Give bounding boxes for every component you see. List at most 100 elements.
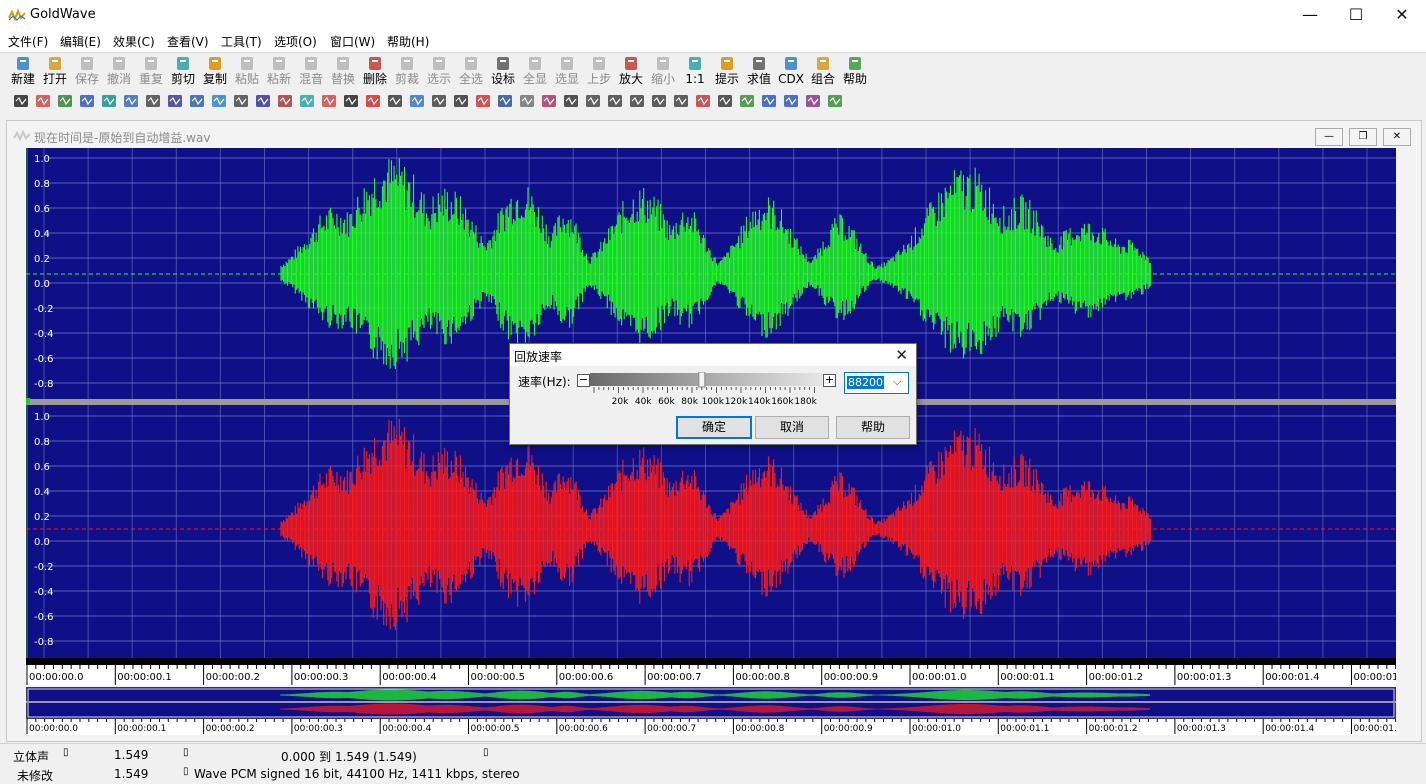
effect-tool-icon[interactable] (716, 92, 734, 110)
effect-tool-icon[interactable] (452, 92, 470, 110)
toolbar-mix-button[interactable]: 混音 (295, 53, 327, 88)
toolbar-copy-button[interactable]: 复制 (199, 53, 231, 88)
rate-increase-button[interactable]: + (823, 374, 836, 387)
toolbar-trim-button[interactable]: 剪裁 (391, 53, 423, 88)
toolbar-undo-button[interactable]: 撤消 (103, 53, 135, 88)
overview-time-tick-label: 00:00:00.7 (647, 724, 696, 734)
toolbar-button-label: 删除 (362, 72, 387, 86)
menu-file[interactable]: 文件(F) (8, 33, 48, 50)
effect-tool-icon[interactable] (628, 92, 646, 110)
overview-bar[interactable] (26, 687, 1396, 719)
effect-tool-icon[interactable] (232, 92, 250, 110)
effect-tool-icon[interactable] (760, 92, 778, 110)
minimize-button[interactable]: — (1287, 0, 1333, 30)
toolbar-paste-new-button[interactable]: 粘新 (263, 53, 295, 88)
menu-window[interactable]: 窗口(W) (330, 33, 375, 50)
effect-tool-icon[interactable] (804, 92, 822, 110)
effect-tool-icon[interactable] (364, 92, 382, 110)
menu-edit[interactable]: 编辑(E) (60, 33, 101, 50)
toolbar-evaluate-button[interactable]: 求值 (743, 53, 775, 88)
effect-tool-icon[interactable] (386, 92, 404, 110)
mix-icon (302, 55, 320, 72)
rate-decrease-button[interactable]: − (577, 374, 590, 387)
toolbar-replace-button[interactable]: 替换 (327, 53, 359, 88)
effect-tool-icon[interactable] (826, 92, 844, 110)
toolbar-cue-button[interactable]: 提示 (711, 53, 743, 88)
toolbar-new-file-button[interactable]: 新建 (7, 53, 39, 88)
effect-tool-icon[interactable] (584, 92, 602, 110)
toolbar-select-all-button[interactable]: 全选 (455, 53, 487, 88)
effect-tool-icon[interactable] (188, 92, 206, 110)
toolbar-zoom-1-1-button[interactable]: 1:1 (679, 53, 711, 88)
document-title-bar: 现在时间是-原始到自动增益.wav — ❐ ✕ (6, 125, 1420, 147)
menu-effects[interactable]: 效果(C) (113, 33, 155, 50)
effect-tool-icon[interactable] (408, 92, 426, 110)
maximize-button[interactable]: ☐ (1333, 0, 1379, 30)
menu-tools[interactable]: 工具(T) (221, 33, 262, 50)
dialog-close-button[interactable]: ✕ (895, 346, 908, 364)
effect-tool-icon[interactable] (650, 92, 668, 110)
effect-tool-icon[interactable] (540, 92, 558, 110)
effect-tool-icon[interactable] (430, 92, 448, 110)
effect-tool-icon[interactable] (606, 92, 624, 110)
effect-tool-icon[interactable] (518, 92, 536, 110)
rate-value[interactable]: 88200 (847, 376, 884, 389)
effect-tool-icon[interactable] (166, 92, 184, 110)
menu-view[interactable]: 查看(V) (167, 33, 209, 50)
menu-options[interactable]: 选项(O) (274, 33, 317, 50)
effect-tool-icon[interactable] (782, 92, 800, 110)
toolbar-previous-view-button[interactable]: 上步 (583, 53, 615, 88)
chevron-down-icon[interactable]: ⌵ (893, 375, 901, 389)
effect-tool-icon[interactable] (562, 92, 580, 110)
effect-tool-icon[interactable] (56, 92, 74, 110)
help-button[interactable]: 帮助 (836, 416, 910, 439)
rate-combobox[interactable]: 88200 ⌵ (844, 372, 909, 394)
effect-tool-icon[interactable] (474, 92, 492, 110)
effect-tool-icon[interactable] (254, 92, 272, 110)
effect-tool-icon[interactable] (100, 92, 118, 110)
effect-tool-icon[interactable] (298, 92, 316, 110)
ok-button[interactable]: 确定 (676, 416, 752, 439)
time-ruler: 00:00:00.0 00:00:00.1 00:00:00.2 00:00:00.3… (26, 658, 1396, 686)
toolbar-cd-button[interactable]: CDX (775, 53, 807, 88)
toolbar-show-all-button[interactable]: 全显 (519, 53, 551, 88)
effect-tool-icon[interactable] (34, 92, 52, 110)
toolbar-set-marker-button[interactable]: 设标 (487, 53, 519, 88)
document-minimize-button[interactable]: — (1315, 128, 1343, 146)
effect-tool-icon[interactable] (672, 92, 690, 110)
effect-tool-icon[interactable] (12, 92, 30, 110)
toolbar-zoom-in-button[interactable]: 放大 (615, 53, 647, 88)
effect-tool-icon[interactable] (342, 92, 360, 110)
overview-time-tick-label: 00:00:00.8 (735, 724, 784, 734)
slider-thumb[interactable] (698, 372, 706, 388)
toolbar-delete-button[interactable]: 删除 (359, 53, 391, 88)
toolbar-redo-button[interactable]: 重复 (135, 53, 167, 88)
toolbar-save-button[interactable]: 保存 (71, 53, 103, 88)
effect-tool-icon[interactable] (496, 92, 514, 110)
effect-tool-icon[interactable] (738, 92, 756, 110)
time-tick-label: 00:00:01.5 (1354, 672, 1397, 683)
toolbar-cut-button[interactable]: 剪切 (167, 53, 199, 88)
time-tick-label: 00:00:00.4 (382, 672, 436, 683)
toolbar-open-folder-button[interactable]: 打开 (39, 53, 71, 88)
toolbar-select-view-button[interactable]: 选示 (423, 53, 455, 88)
rate-slider[interactable]: 20k 40k 60k 80k 100k 120k 140k 160k 180k (590, 372, 826, 406)
close-button[interactable]: ✕ (1379, 0, 1425, 30)
toolbar-show-selection-button[interactable]: 选显 (551, 53, 583, 88)
effect-tool-icon[interactable] (144, 92, 162, 110)
effect-tool-icon[interactable] (320, 92, 338, 110)
effect-tool-icon[interactable] (122, 92, 140, 110)
cancel-button[interactable]: 取消 (755, 416, 829, 439)
time-tick-label: 00:00:00.3 (294, 672, 348, 683)
effect-tool-icon[interactable] (694, 92, 712, 110)
menu-help[interactable]: 帮助(H) (387, 33, 429, 50)
toolbar-help-button[interactable]: 帮助 (839, 53, 871, 88)
toolbar-paste-button[interactable]: 粘贴 (231, 53, 263, 88)
toolbar-zoom-out-button[interactable]: 缩小 (647, 53, 679, 88)
document-restore-button[interactable]: ❐ (1349, 128, 1377, 146)
effect-tool-icon[interactable] (276, 92, 294, 110)
toolbar-combine-button[interactable]: 组合 (807, 53, 839, 88)
document-close-button[interactable]: ✕ (1383, 128, 1411, 146)
effect-tool-icon[interactable] (78, 92, 96, 110)
effect-tool-icon[interactable] (210, 92, 228, 110)
